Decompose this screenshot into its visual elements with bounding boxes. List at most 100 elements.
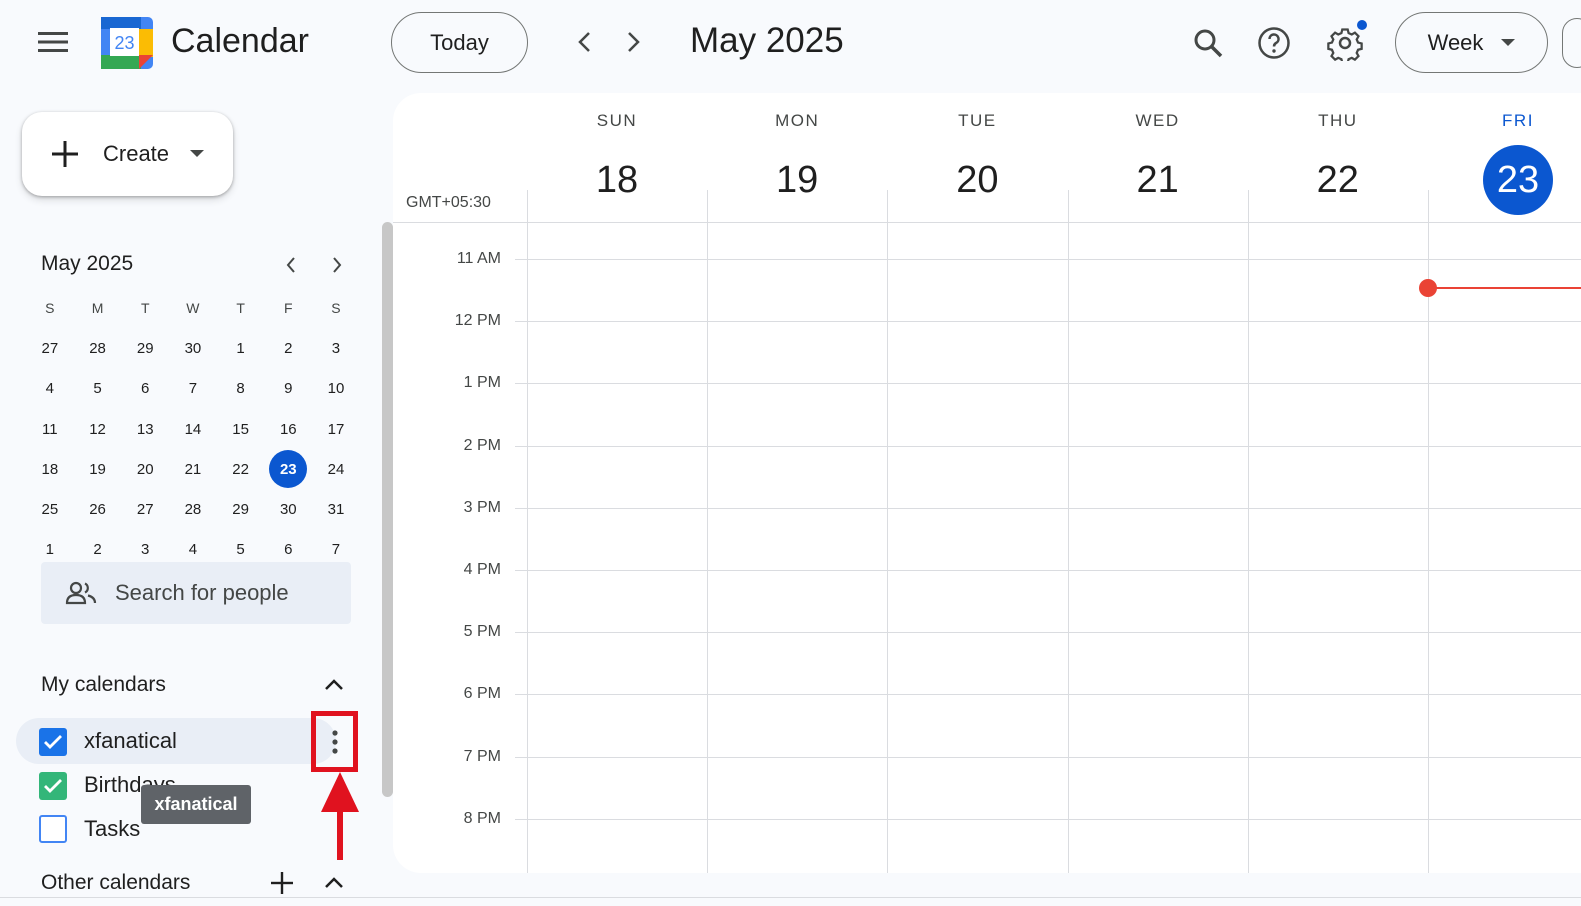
checkbox-xfanatical[interactable] (39, 728, 67, 756)
mini-calendar-day[interactable]: 6 (121, 370, 169, 408)
tasks-toggle-button[interactable] (1562, 18, 1581, 68)
app-title: Calendar (171, 22, 309, 60)
checkmark-icon (44, 735, 62, 749)
mini-calendar-day[interactable]: 20 (121, 450, 169, 488)
day-number-button[interactable]: 20 (942, 145, 1012, 215)
mini-calendar-day[interactable]: 9 (264, 370, 312, 408)
mini-calendar-dow: W (186, 300, 200, 317)
mini-calendar-dow: F (284, 300, 293, 317)
day-of-week-label: SUN (596, 111, 638, 130)
day-number-button[interactable]: 18 (582, 145, 652, 215)
mini-calendar-day[interactable]: 29 (217, 491, 265, 529)
mini-calendar-day[interactable]: 3 (312, 329, 360, 367)
hour-gridline (515, 383, 1581, 385)
mini-calendar-day[interactable]: 14 (169, 410, 217, 448)
mini-calendar-day[interactable]: 27 (121, 491, 169, 529)
search-button[interactable] (1185, 20, 1231, 66)
mini-calendar-day[interactable]: 21 (169, 450, 217, 488)
mini-calendar-day[interactable]: 18 (26, 450, 74, 488)
hour-label: 12 PM (454, 312, 501, 330)
today-button[interactable]: Today (391, 12, 528, 73)
mini-calendar-day[interactable]: 4 (26, 370, 74, 408)
day-header-mon: MON 19 (707, 93, 887, 221)
my-calendars-collapse-button[interactable] (319, 670, 349, 700)
mini-calendar-day[interactable]: 31 (312, 491, 360, 529)
other-calendars-collapse-button[interactable] (319, 868, 349, 898)
main-menu-button[interactable] (28, 22, 78, 62)
mini-calendar-day[interactable]: 15 (217, 410, 265, 448)
plus-icon (271, 872, 293, 894)
mini-calendar-day[interactable]: 16 (264, 410, 312, 448)
hour-label: 11 AM (456, 250, 501, 267)
hour-gridline (515, 632, 1581, 634)
mini-calendar-day[interactable]: 5 (74, 370, 122, 408)
checkmark-icon (44, 779, 62, 793)
mini-calendar-day[interactable]: 28 (74, 329, 122, 367)
search-people-input[interactable]: Search for people (41, 562, 351, 624)
mini-calendar-dow: T (236, 300, 245, 317)
view-switcher-button[interactable]: Week (1395, 12, 1548, 73)
create-button[interactable]: Create (22, 112, 233, 196)
mini-calendar-day[interactable]: 8 (217, 370, 265, 408)
mini-calendar-day[interactable]: 29 (121, 329, 169, 367)
mini-calendar-day[interactable]: 1 (217, 329, 265, 367)
mini-calendar-day[interactable]: 11 (26, 410, 74, 448)
mini-calendar-dow: S (45, 300, 55, 317)
mini-calendar-day[interactable]: 24 (312, 450, 360, 488)
mini-calendar-day[interactable]: 30 (264, 491, 312, 529)
chevron-right-icon (628, 32, 640, 52)
day-of-week-label: WED (1135, 111, 1180, 130)
mini-calendar-dow: M (91, 300, 104, 317)
mini-calendar-day[interactable]: 12 (74, 410, 122, 448)
calendar-logo-icon: 23 (101, 17, 153, 69)
mini-calendar-day[interactable]: 2 (264, 329, 312, 367)
chevron-right-icon (333, 257, 342, 273)
previous-week-button[interactable] (564, 22, 604, 62)
mini-calendar-dow: S (331, 300, 341, 317)
mini-calendar-day[interactable]: 25 (26, 491, 74, 529)
period-title: May 2025 (690, 21, 844, 60)
day-number-button[interactable]: 22 (1303, 145, 1373, 215)
mini-calendar-day[interactable]: 27 (26, 329, 74, 367)
my-calendars-title: My calendars (41, 673, 166, 696)
day-header-fri: FRI 23 (1428, 93, 1581, 221)
mini-calendar-day[interactable]: 13 (121, 410, 169, 448)
add-other-calendar-button[interactable] (267, 868, 297, 898)
mini-calendar-day[interactable]: 19 (74, 450, 122, 488)
mini-calendar-prev-button[interactable] (276, 250, 306, 280)
mini-calendar-day[interactable]: 22 (217, 450, 265, 488)
mini-calendar-day[interactable]: 17 (312, 410, 360, 448)
day-header-sun: SUN 18 (527, 93, 707, 221)
mini-calendar-next-button[interactable] (322, 250, 352, 280)
hour-label: 4 PM (463, 561, 501, 578)
calendar-item-xfanatical[interactable]: xfanatical (16, 718, 336, 764)
mini-calendar-dow: T (140, 300, 150, 317)
mini-calendar-day[interactable]: 28 (169, 491, 217, 529)
day-number-button[interactable]: 19 (762, 145, 832, 215)
hour-label: 7 PM (463, 747, 501, 765)
mini-calendar-grid: S M T W T F S 27 28 29 30 1 2 3 4 5 6 7 8 9 10 11 12 13 14 15 16 17… (26, 288, 360, 570)
mini-calendar-day[interactable]: 26 (74, 491, 122, 529)
help-icon (1258, 27, 1290, 59)
checkbox-birthdays[interactable] (39, 772, 67, 800)
mini-calendar-day[interactable]: 30 (169, 329, 217, 367)
hour-gridline (515, 259, 1581, 260)
hour-gridline (515, 321, 1581, 323)
mini-calendar-today[interactable]: 23 (269, 450, 308, 489)
mini-calendar-day[interactable]: 10 (312, 370, 360, 408)
mini-calendar-day[interactable]: 23 (264, 450, 312, 489)
day-number-button[interactable]: 23 (1483, 145, 1553, 215)
help-button[interactable] (1251, 20, 1297, 66)
next-week-button[interactable] (614, 22, 654, 62)
gear-icon (1327, 28, 1363, 61)
logo-day-number: 23 (114, 33, 134, 53)
search-icon (1194, 29, 1223, 58)
app-header: 23 Calendar Today May 2025 Week (0, 0, 1581, 90)
mini-calendar-day[interactable]: 7 (169, 370, 217, 408)
plus-icon (52, 141, 78, 167)
checkbox-tasks[interactable] (39, 815, 67, 843)
day-number-button[interactable]: 21 (1123, 145, 1193, 215)
sidebar-scrollbar[interactable] (382, 222, 393, 797)
people-icon (65, 581, 97, 605)
current-time-line (1428, 287, 1581, 289)
